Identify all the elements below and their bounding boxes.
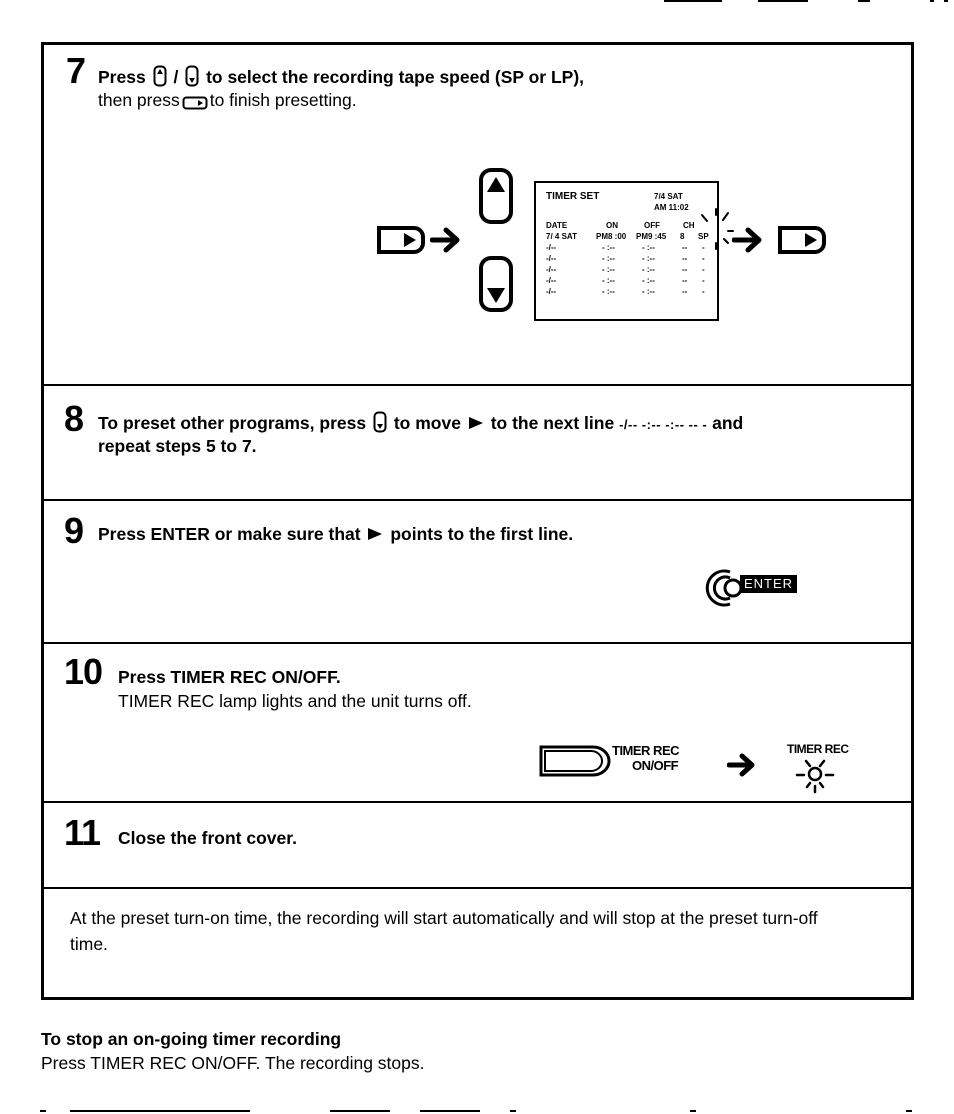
osd-cell: --	[682, 243, 688, 252]
text: /	[173, 67, 179, 87]
osd-time: AM 11:02	[654, 203, 689, 212]
step-subtitle: TIMER REC lamp lights and the unit turns…	[118, 691, 472, 711]
step-title: Close the front cover.	[118, 828, 297, 848]
osd-cell: -/--	[546, 276, 557, 285]
timer-set-osd-screen: TIMER SET 7/4 SAT AM 11:02 DATE ON OFF C…	[534, 181, 719, 321]
down-button-icon	[373, 411, 387, 433]
enter-button: ENTER	[704, 567, 824, 609]
osd-cell: -/--	[546, 287, 557, 296]
pointer-triangle-icon	[468, 417, 483, 429]
arrow-right-icon	[430, 227, 460, 253]
up-button-icon	[153, 65, 167, 87]
osd-cell: - :--	[642, 265, 655, 274]
osd-cell: - :--	[642, 243, 655, 252]
step-9-section: 9 Press ENTER or make sure that points t…	[44, 501, 911, 644]
step-11-section: 11 Close the front cover.	[44, 803, 911, 889]
set-button-icon	[377, 226, 425, 254]
down-button-icon	[185, 65, 199, 87]
step-title: Press ENTER or make sure that points to …	[98, 523, 573, 545]
osd-cell: --	[682, 287, 688, 296]
step-number: 7	[66, 50, 86, 91]
osd-header-off: OFF	[644, 221, 660, 230]
note-section: At the preset turn-on time, the recordin…	[44, 889, 911, 997]
osd-cell: -/--	[546, 254, 557, 263]
osd-cell: PM9 :45	[636, 232, 667, 241]
osd-cell: --	[682, 265, 688, 274]
osd-cell: --	[682, 254, 688, 263]
timer-rec-button-icon	[539, 745, 611, 777]
step-title-line2: repeat steps 5 to 7.	[98, 436, 257, 456]
step-7-section: 7 Press / to select the recording tape s…	[44, 45, 911, 386]
osd-cell: PM8 :00	[596, 232, 627, 241]
osd-cell: -/--	[546, 243, 557, 252]
arrow-right-icon	[727, 753, 755, 777]
text: points to the first line.	[390, 524, 574, 544]
osd-header-ch: CH	[683, 221, 695, 230]
osd-cell: -	[702, 254, 705, 263]
osd-cell: - :--	[642, 276, 655, 285]
step-subtitle: then press to finish presetting.	[98, 89, 357, 111]
osd-cell: 7/ 4 SAT	[546, 232, 577, 241]
osd-cell: - :--	[602, 276, 615, 285]
osd-cell: - :--	[602, 254, 615, 263]
note-text: At the preset turn-on time, the recordin…	[70, 908, 818, 954]
text: to finish presetting.	[209, 90, 357, 110]
scan-edge-marks-top	[0, 0, 954, 6]
step-title: Press / to select the recording tape spe…	[98, 65, 584, 88]
osd-cell: - :--	[642, 287, 655, 296]
osd-cell: - :--	[602, 287, 615, 296]
osd-header-on: ON	[606, 221, 618, 230]
set-button-icon	[182, 96, 208, 110]
blank-line-pattern: -/-- -:-- -:-- -- -	[619, 417, 708, 432]
scan-edge-marks-bottom	[0, 1110, 954, 1114]
osd-cell: - :--	[602, 265, 615, 274]
footer-heading: To stop an on-going timer recording	[41, 1029, 342, 1049]
osd-cell: - :--	[602, 243, 615, 252]
timer-rec-button-label: TIMER REC ON/OFF	[612, 743, 680, 773]
osd-cell: - :--	[642, 254, 655, 263]
text: to the next line	[490, 413, 615, 433]
step-number: 8	[64, 398, 84, 439]
osd-header-date: DATE	[546, 221, 568, 230]
osd-date: 7/4 SAT	[654, 192, 683, 201]
step-8-section: 8 To preset other programs, press to mov…	[44, 386, 911, 501]
footer-text: Press TIMER REC ON/OFF. The recording st…	[41, 1053, 425, 1073]
label-line: TIMER REC	[612, 743, 680, 758]
up-button-icon	[479, 168, 513, 224]
text: Press ENTER or make sure that	[98, 524, 361, 544]
step-title: To preset other programs, press to move …	[98, 411, 743, 436]
blink-rays-icon	[701, 208, 734, 250]
osd-cell: -	[702, 265, 705, 274]
text: to select the recording tape speed (SP o…	[206, 67, 585, 87]
text: Press	[98, 67, 146, 87]
osd-cell: -/--	[546, 265, 557, 274]
osd-cell: --	[682, 276, 688, 285]
step-number: 10	[64, 651, 103, 692]
text: then press	[98, 90, 180, 110]
osd-cell: 8	[680, 232, 685, 241]
enter-label: ENTER	[740, 575, 798, 593]
text: To preset other programs, press	[98, 413, 367, 433]
text: and	[712, 413, 744, 433]
set-button-icon	[778, 226, 826, 254]
arrow-right-icon	[732, 227, 762, 253]
down-button-icon	[479, 256, 513, 312]
lamp-lit-icon	[795, 759, 835, 794]
osd-cell: -	[702, 287, 705, 296]
instruction-frame: 7 Press / to select the recording tape s…	[41, 42, 914, 1000]
pointer-triangle-icon	[368, 528, 383, 540]
step-number: 11	[64, 812, 101, 853]
text: to move	[393, 413, 461, 433]
step-title: Press TIMER REC ON/OFF.	[118, 667, 341, 687]
step-number: 9	[64, 510, 84, 551]
label-line: ON/OFF	[632, 758, 679, 773]
timer-rec-lamp-label: TIMER REC	[787, 742, 849, 756]
step-10-section: 10 Press TIMER REC ON/OFF. TIMER REC lam…	[44, 644, 911, 803]
osd-cell: -	[702, 276, 705, 285]
osd-title: TIMER SET	[546, 191, 600, 202]
